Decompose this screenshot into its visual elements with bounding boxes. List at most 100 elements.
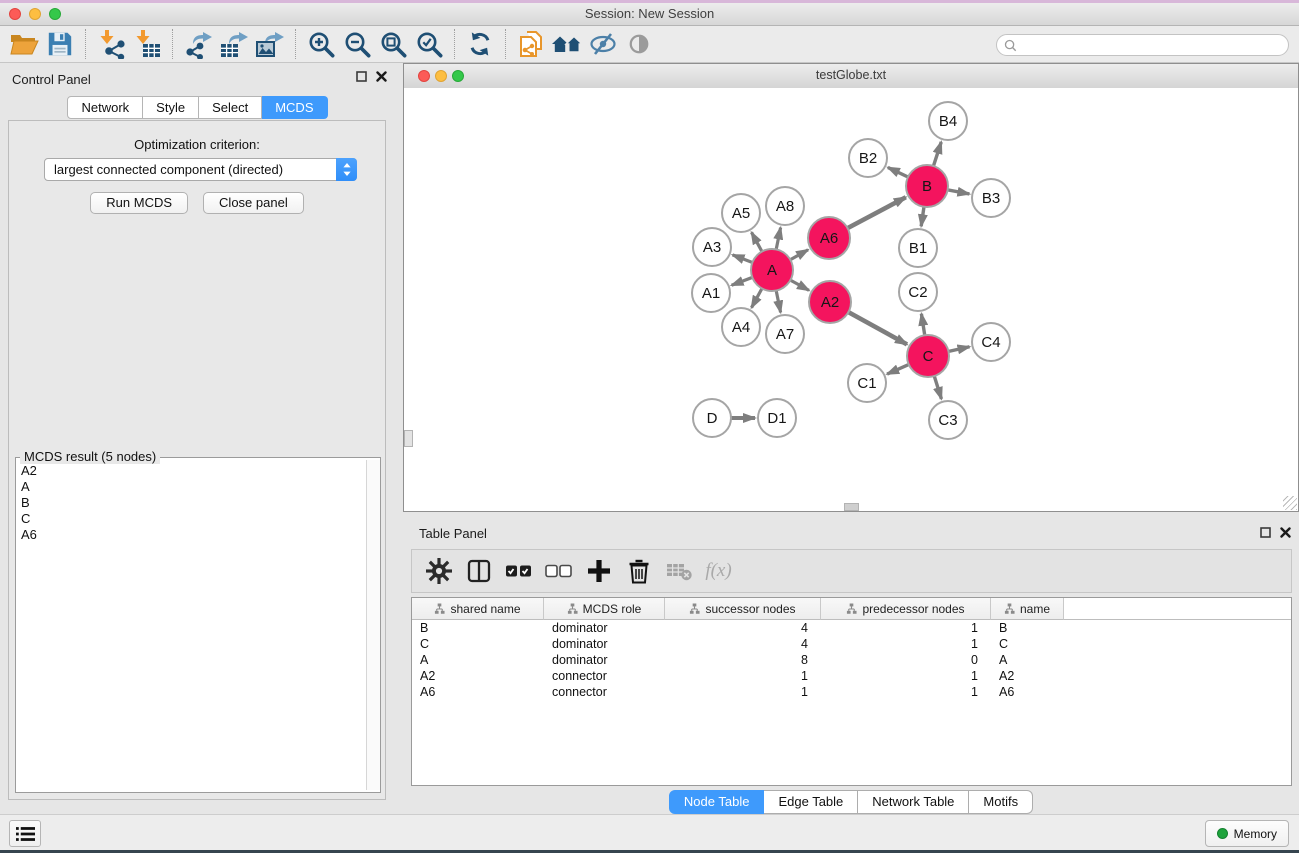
- graph-node-B1[interactable]: B1: [899, 229, 937, 267]
- import-table-icon[interactable]: [129, 28, 165, 60]
- graph-node-A[interactable]: A: [751, 249, 793, 291]
- table-cell[interactable]: 4: [665, 636, 821, 652]
- graph-node-A4[interactable]: A4: [722, 308, 760, 346]
- export-table-icon[interactable]: [216, 28, 252, 60]
- tab-select[interactable]: Select: [199, 96, 262, 119]
- graph-node-B3[interactable]: B3: [972, 179, 1010, 217]
- table-cell[interactable]: A2: [991, 668, 1064, 684]
- graph-node-C1[interactable]: C1: [848, 364, 886, 402]
- graph-node-A3[interactable]: A3: [693, 228, 731, 266]
- memory-button[interactable]: Memory: [1205, 820, 1289, 847]
- tab-network-table[interactable]: Network Table: [858, 790, 969, 814]
- table-row[interactable]: A2connector11A2: [412, 668, 1291, 684]
- task-history-button[interactable]: [9, 820, 41, 847]
- table-row[interactable]: A6connector11A6: [412, 684, 1291, 700]
- export-network-icon[interactable]: [180, 28, 216, 60]
- result-item[interactable]: A2: [21, 463, 366, 479]
- result-scrollbar[interactable]: [366, 460, 380, 790]
- result-item[interactable]: C: [21, 511, 366, 527]
- table-cell[interactable]: 1: [821, 636, 991, 652]
- delete-column-icon[interactable]: [620, 552, 657, 590]
- tab-node-table[interactable]: Node Table: [669, 790, 765, 814]
- graph-node-A6[interactable]: A6: [808, 217, 850, 259]
- tab-network[interactable]: Network: [67, 96, 143, 119]
- table-cell[interactable]: 8: [665, 652, 821, 668]
- tab-style[interactable]: Style: [143, 96, 199, 119]
- graph-node-C2[interactable]: C2: [899, 273, 937, 311]
- table-cell[interactable]: A: [991, 652, 1064, 668]
- run-mcds-button[interactable]: Run MCDS: [90, 192, 188, 214]
- resize-grip[interactable]: [1283, 496, 1297, 510]
- select-all-icon[interactable]: [500, 552, 537, 590]
- save-session-icon[interactable]: [42, 28, 78, 60]
- table-cell[interactable]: A: [412, 652, 544, 668]
- table-cell[interactable]: 1: [821, 620, 991, 636]
- graph-node-D[interactable]: D: [693, 399, 731, 437]
- table-cell[interactable]: 4: [665, 620, 821, 636]
- table-row[interactable]: Cdominator41C: [412, 636, 1291, 652]
- table-cell[interactable]: A2: [412, 668, 544, 684]
- column-header-mcds-role[interactable]: MCDS role: [544, 598, 665, 620]
- graph-node-B[interactable]: B: [906, 165, 948, 207]
- home-icon[interactable]: [549, 28, 585, 60]
- table-row[interactable]: Adominator80A: [412, 652, 1291, 668]
- settings-icon[interactable]: [420, 552, 457, 590]
- zoom-out-icon[interactable]: [339, 28, 375, 60]
- add-column-icon[interactable]: [580, 552, 617, 590]
- table-cell[interactable]: dominator: [544, 620, 665, 636]
- graph-node-D1[interactable]: D1: [758, 399, 796, 437]
- graph-node-A7[interactable]: A7: [766, 315, 804, 353]
- table-cell[interactable]: A6: [412, 684, 544, 700]
- result-item[interactable]: B: [21, 495, 366, 511]
- search-field[interactable]: [996, 34, 1289, 56]
- deselect-all-icon[interactable]: [540, 552, 577, 590]
- graph-node-C[interactable]: C: [907, 335, 949, 377]
- tab-edge-table[interactable]: Edge Table: [764, 790, 858, 814]
- result-item[interactable]: A: [21, 479, 366, 495]
- table-cell[interactable]: C: [412, 636, 544, 652]
- network-graph[interactable]: B4 B2 B B3 A5A8A6 B1 A3 A A1 C2 A2 A4A7 C4 C C1 C3 D D1: [404, 88, 1298, 511]
- search-input[interactable]: [1021, 37, 1288, 53]
- graph-node-B2[interactable]: B2: [849, 139, 887, 177]
- table-cell[interactable]: dominator: [544, 652, 665, 668]
- table-cell[interactable]: 1: [665, 684, 821, 700]
- optimization-criterion-select[interactable]: largest connected component (directed): [44, 158, 357, 181]
- column-header-predecessor-nodes[interactable]: predecessor nodes: [821, 598, 991, 620]
- graph-node-C3[interactable]: C3: [929, 401, 967, 439]
- column-header-name[interactable]: name: [991, 598, 1064, 620]
- tab-motifs[interactable]: Motifs: [969, 790, 1033, 814]
- zoom-in-icon[interactable]: [303, 28, 339, 60]
- table-cell[interactable]: 1: [821, 684, 991, 700]
- network-canvas[interactable]: B4 B2 B B3 A5A8A6 B1 A3 A A1 C2 A2 A4A7 C4 C C1 C3 D D1: [404, 88, 1298, 511]
- vertical-scrollbar-stub[interactable]: [404, 430, 413, 447]
- graph-node-A5[interactable]: A5: [722, 194, 760, 232]
- table-cell[interactable]: 1: [665, 668, 821, 684]
- close-panel-button[interactable]: Close panel: [203, 192, 304, 214]
- graph-node-A1[interactable]: A1: [692, 274, 730, 312]
- graph-node-A2[interactable]: A2: [809, 281, 851, 323]
- duplicate-network-icon[interactable]: [513, 28, 549, 60]
- graph-node-B4[interactable]: B4: [929, 102, 967, 140]
- close-panel-icon[interactable]: [1280, 527, 1291, 538]
- table-cell[interactable]: B: [412, 620, 544, 636]
- horizontal-scrollbar-stub[interactable]: [844, 503, 859, 511]
- table-row[interactable]: Bdominator41B: [412, 620, 1291, 636]
- table-cell[interactable]: connector: [544, 684, 665, 700]
- column-header-successor-nodes[interactable]: successor nodes: [665, 598, 821, 620]
- table-cell[interactable]: C: [991, 636, 1064, 652]
- table-cell[interactable]: connector: [544, 668, 665, 684]
- close-panel-icon[interactable]: [376, 71, 387, 82]
- tab-mcds[interactable]: MCDS: [262, 96, 327, 119]
- graph-node-C4[interactable]: C4: [972, 323, 1010, 361]
- hide-details-icon[interactable]: [585, 28, 621, 60]
- import-network-icon[interactable]: [93, 28, 129, 60]
- float-panel-icon[interactable]: [356, 71, 367, 82]
- graph-node-A8[interactable]: A8: [766, 187, 804, 225]
- float-panel-icon[interactable]: [1260, 527, 1271, 538]
- table-cell[interactable]: A6: [991, 684, 1064, 700]
- open-session-icon[interactable]: [6, 28, 42, 60]
- table-cell[interactable]: 1: [821, 668, 991, 684]
- table-cell[interactable]: B: [991, 620, 1064, 636]
- apply-layout-icon[interactable]: [462, 28, 498, 60]
- table-cell[interactable]: 0: [821, 652, 991, 668]
